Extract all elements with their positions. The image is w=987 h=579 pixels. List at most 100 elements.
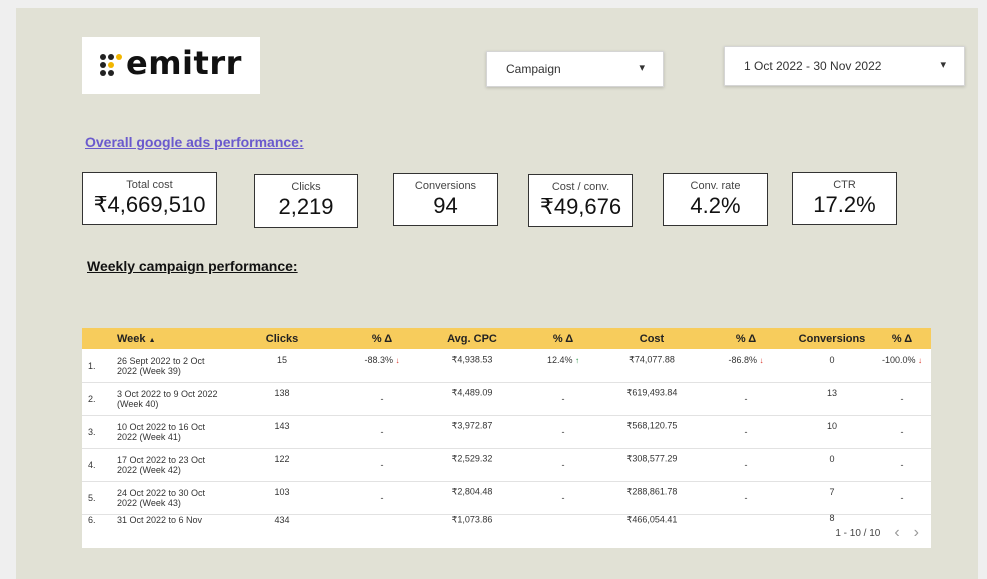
delta-value: 12.4% xyxy=(546,355,573,365)
col-header-avg-cpc[interactable]: Avg. CPC xyxy=(432,333,512,345)
table-pagination: 1 - 10 / 10 ‹ › xyxy=(835,524,919,542)
col-header-cpc-delta[interactable]: % Δ xyxy=(533,333,593,345)
kpi-conversions: Conversions 94 xyxy=(393,173,498,226)
kpi-label: Conversions xyxy=(414,180,477,192)
cost-cell: ₹308,577.29 xyxy=(626,453,678,464)
avg-cpc-cell: ₹2,529.32 xyxy=(451,453,493,464)
cost-delta-cell: - xyxy=(744,426,748,437)
clicks-cell: 122 xyxy=(274,454,290,464)
date-range-picker[interactable]: 1 Oct 2022 - 30 Nov 2022 ▾ xyxy=(724,46,965,86)
kpi-label: Conv. rate xyxy=(690,180,741,192)
weekly-performance-heading: Weekly campaign performance: xyxy=(87,258,298,274)
clicks-delta-cell: - xyxy=(380,492,384,503)
col-header-week[interactable]: Week ▲ xyxy=(117,333,156,345)
delta-value: -88.3% xyxy=(364,355,393,365)
clicks-delta-cell: - xyxy=(380,426,384,437)
cpc-delta-cell: 12.4% ↑ xyxy=(533,355,593,365)
table-body: 1. 26 Sept 2022 to 2 Oct 2022 (Week 39) … xyxy=(82,349,931,525)
table-row[interactable]: 4. 17 Oct 2022 to 23 Oct 2022 (Week 42) … xyxy=(82,448,931,482)
week-cell: 24 Oct 2022 to 30 Oct 2022 (Week 43) xyxy=(117,487,206,508)
clicks-cell: 103 xyxy=(274,487,290,497)
kpi-label: CTR xyxy=(833,179,856,191)
conversions-cell: 7 xyxy=(829,487,835,497)
week-cell: 31 Oct 2022 to 6 Nov xyxy=(117,515,203,525)
week-cell: 17 Oct 2022 to 23 Oct 2022 (Week 42) xyxy=(117,454,206,475)
col-header-cost-delta[interactable]: % Δ xyxy=(716,333,776,345)
conv-delta-cell: - xyxy=(900,426,904,437)
conv-delta-cell: - xyxy=(900,393,904,404)
cost-cell: ₹74,077.88 xyxy=(629,354,675,365)
chevron-down-icon: ▾ xyxy=(639,62,645,75)
cpc-delta-cell: - xyxy=(561,459,565,470)
arrow-down-icon: ↓ xyxy=(918,356,923,365)
cpc-delta-cell: - xyxy=(561,426,565,437)
kpi-label: Cost / conv. xyxy=(551,181,610,193)
cost-cell: ₹568,120.75 xyxy=(626,420,678,431)
conv-delta-cell: - xyxy=(900,492,904,503)
cost-delta-cell: - xyxy=(744,459,748,470)
col-header-clicks-delta[interactable]: % Δ xyxy=(352,333,412,345)
row-number: 3. xyxy=(88,426,96,437)
chevron-right-icon[interactable]: › xyxy=(914,524,919,542)
campaign-dropdown-label: Campaign xyxy=(506,62,561,76)
kpi-value: ₹4,669,510 xyxy=(93,192,206,217)
table-row[interactable]: 1. 26 Sept 2022 to 2 Oct 2022 (Week 39) … xyxy=(82,349,931,383)
kpi-conv-rate: Conv. rate 4.2% xyxy=(663,173,768,226)
emitrr-logo: emitrr xyxy=(82,37,260,94)
kpi-cost-per-conv: Cost / conv. ₹49,676 xyxy=(528,174,633,227)
conversions-cell: 10 xyxy=(826,421,837,431)
row-number: 6. xyxy=(88,515,96,525)
table-row[interactable]: 3. 10 Oct 2022 to 16 Oct 2022 (Week 41) … xyxy=(82,415,931,449)
avg-cpc-cell: ₹4,489.09 xyxy=(451,387,493,398)
conversions-cell: 13 xyxy=(826,388,837,398)
col-header-cost[interactable]: Cost xyxy=(622,333,682,345)
avg-cpc-cell: ₹1,073.86 xyxy=(451,514,493,525)
cost-delta-cell: - xyxy=(744,492,748,503)
conv-delta-cell: -100.0% ↓ xyxy=(872,355,931,365)
row-number: 1. xyxy=(88,360,96,371)
col-header-week-label: Week xyxy=(117,332,146,345)
logo-dots-icon xyxy=(100,54,122,76)
row-number: 2. xyxy=(88,393,96,404)
table-row[interactable]: 5. 24 Oct 2022 to 30 Oct 2022 (Week 43) … xyxy=(82,481,931,515)
clicks-cell: 434 xyxy=(274,515,290,525)
col-header-conv-delta[interactable]: % Δ xyxy=(872,333,932,345)
week-cell: 10 Oct 2022 to 16 Oct 2022 (Week 41) xyxy=(117,421,206,442)
kpi-value: 94 xyxy=(433,193,458,218)
clicks-cell: 138 xyxy=(274,388,290,398)
kpi-value: ₹49,676 xyxy=(539,194,622,219)
table-header: Week ▲ Clicks % Δ Avg. CPC % Δ Cost % Δ … xyxy=(82,328,931,349)
delta-value: -86.8% xyxy=(728,355,757,365)
chevron-left-icon[interactable]: ‹ xyxy=(894,524,899,542)
delta-value: -100.0% xyxy=(881,355,916,365)
logo-text: emitrr xyxy=(126,44,242,82)
kpi-label: Clicks xyxy=(291,181,321,193)
kpi-value: 2,219 xyxy=(278,194,334,219)
week-cell: 3 Oct 2022 to 9 Oct 2022 (Week 40) xyxy=(117,388,218,409)
cost-delta-cell: -86.8% ↓ xyxy=(716,355,776,365)
avg-cpc-cell: ₹4,938.53 xyxy=(451,354,493,365)
avg-cpc-cell: ₹2,804.48 xyxy=(451,486,493,497)
col-header-clicks[interactable]: Clicks xyxy=(252,333,312,345)
pagination-range: 1 - 10 / 10 xyxy=(835,527,881,539)
avg-cpc-cell: ₹3,972.87 xyxy=(451,420,493,431)
clicks-cell: 15 xyxy=(276,355,287,365)
conversions-cell: 8 xyxy=(829,513,835,523)
arrow-down-icon: ↓ xyxy=(759,356,764,365)
arrow-down-icon: ↓ xyxy=(395,356,400,365)
kpi-label: Total cost xyxy=(126,179,173,191)
row-number: 5. xyxy=(88,492,96,503)
kpi-value: 17.2% xyxy=(813,192,876,217)
table-row[interactable]: 2. 3 Oct 2022 to 9 Oct 2022 (Week 40) 13… xyxy=(82,382,931,416)
arrow-up-icon: ↑ xyxy=(575,356,580,365)
clicks-delta-cell: - xyxy=(380,459,384,470)
overall-performance-link[interactable]: Overall google ads performance: xyxy=(85,134,304,150)
cost-cell: ₹466,054.41 xyxy=(626,514,678,525)
row-number: 4. xyxy=(88,459,96,470)
table-row[interactable]: 6. 31 Oct 2022 to 6 Nov 434 ₹1,073.86 ₹4… xyxy=(82,513,931,525)
conv-delta-cell: - xyxy=(900,459,904,470)
conversions-cell: 0 xyxy=(829,454,835,464)
campaign-dropdown[interactable]: Campaign ▾ xyxy=(486,51,664,87)
col-header-conversions[interactable]: Conversions xyxy=(792,333,872,345)
kpi-total-cost: Total cost ₹4,669,510 xyxy=(82,172,217,225)
